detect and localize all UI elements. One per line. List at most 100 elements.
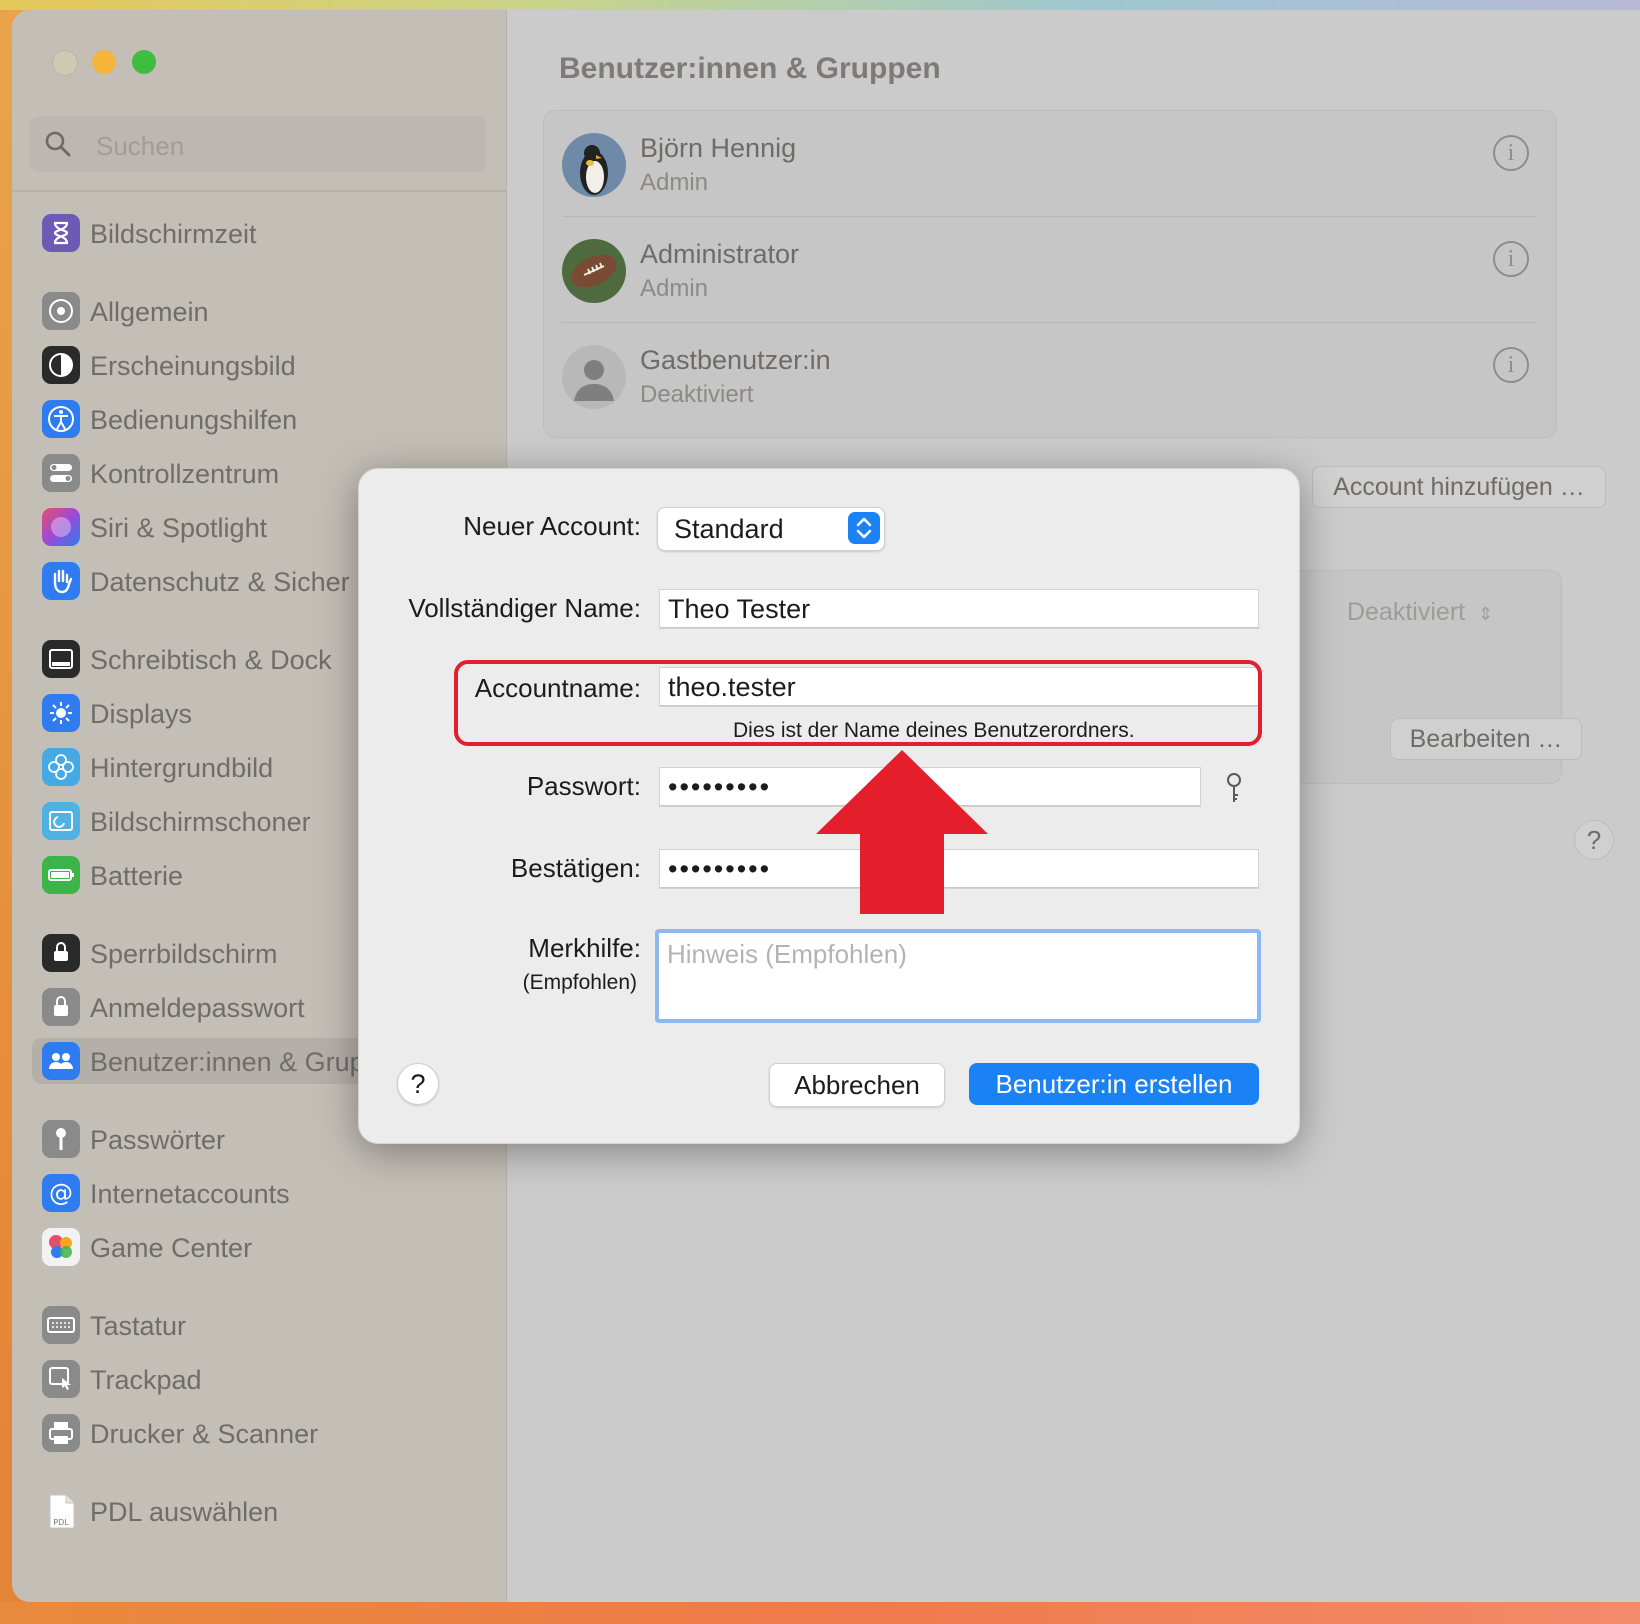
user-name: Administrator — [640, 239, 800, 269]
sidebar-item-label: Sperrbildschirm — [90, 939, 278, 969]
sidebar-item-bildschirmzeit[interactable]: Bildschirmzeit — [42, 210, 492, 256]
account-type-popup[interactable]: Standard — [657, 507, 885, 551]
penguin-avatar — [562, 133, 626, 197]
dock-icon — [42, 640, 80, 678]
cancel-button[interactable]: Abbrechen — [769, 1063, 945, 1107]
user-row[interactable]: Björn Hennig Admin i — [562, 111, 1537, 217]
sidebar-item-allgemein[interactable]: Allgemein — [42, 288, 492, 334]
search-icon — [45, 131, 71, 157]
user-role: Admin — [640, 169, 709, 196]
sidebar-item-label: Passwörter — [90, 1125, 226, 1155]
sidebar-item-label: Internetaccounts — [90, 1179, 290, 1209]
sidebar-item-drucker-scanner[interactable]: Drucker & Scanner — [42, 1410, 492, 1456]
battery-icon — [42, 856, 80, 894]
sidebar-item-label: Hintergrundbild — [90, 753, 274, 783]
sidebar-item-label: Datenschutz & Sicher — [90, 567, 350, 597]
football-avatar — [562, 239, 626, 303]
screensaver-icon — [42, 802, 80, 840]
sidebar-item-label: Bedienungshilfen — [90, 405, 298, 435]
pdl-icon-text: PDL — [53, 1518, 69, 1527]
sidebar-item-erscheinungsbild[interactable]: Erscheinungsbild — [42, 342, 492, 388]
lock-icon — [42, 988, 80, 1026]
hourglass-icon — [42, 214, 80, 252]
sidebar-item-game-center[interactable]: Game Center — [42, 1224, 492, 1270]
sidebar-item-label: Benutzer:innen & Grup — [90, 1047, 365, 1077]
sun-icon — [42, 694, 80, 732]
pdl-file-icon: PDL — [42, 1492, 80, 1530]
guest-avatar — [562, 345, 626, 409]
arrow-up-icon — [816, 750, 988, 914]
sidebar-item-label: Erscheinungsbild — [90, 351, 296, 381]
sidebar-item-label: Kontrollzentrum — [90, 459, 280, 489]
sidebar-divider — [12, 190, 506, 192]
close-window-button[interactable] — [52, 50, 78, 76]
user-row[interactable]: Administrator Admin i — [562, 217, 1537, 323]
toggles-icon — [42, 454, 80, 492]
search-placeholder: Suchen — [96, 131, 185, 161]
accessibility-icon — [42, 400, 80, 438]
sidebar-item-tastatur[interactable]: Tastatur — [42, 1302, 492, 1348]
sidebar-item-label: PDL auswählen — [90, 1497, 279, 1527]
help-button[interactable]: ? — [397, 1063, 439, 1105]
sidebar-item-label: Trackpad — [90, 1365, 202, 1395]
create-user-button[interactable]: Benutzer:in erstellen — [969, 1063, 1259, 1105]
sidebar-item-label: Displays — [90, 699, 193, 729]
sidebar-item-label: Game Center — [90, 1233, 253, 1263]
sidebar-item-bedienungshilfen[interactable]: Bedienungshilfen — [42, 396, 492, 442]
game-center-icon — [42, 1228, 80, 1266]
full-name-field[interactable]: Theo Tester — [659, 589, 1259, 629]
password-label: Passwort: — [526, 771, 641, 801]
zoom-window-button[interactable] — [132, 50, 156, 74]
hint-field[interactable]: Hinweis (Empfohlen) — [655, 929, 1261, 1023]
svg-text:@: @ — [49, 1179, 73, 1207]
hint-label: Merkhilfe: — [528, 933, 641, 963]
sidebar-item-pdl-auswaehlen[interactable]: PDL PDL auswählen — [42, 1488, 492, 1534]
user-name: Gastbenutzer:in — [640, 345, 831, 375]
sidebar-item-label: Batterie — [90, 861, 184, 891]
minimize-window-button[interactable] — [92, 50, 116, 74]
info-icon[interactable]: i — [1493, 347, 1529, 383]
highlight-box — [454, 660, 1262, 746]
user-row[interactable]: Gastbenutzer:in Deaktiviert i — [562, 323, 1537, 429]
sidebar-item-internetaccounts[interactable]: @ Internetaccounts — [42, 1170, 492, 1216]
info-icon[interactable]: i — [1493, 241, 1529, 277]
users-list: Björn Hennig Admin i Administrator Admin… — [543, 110, 1557, 438]
gear-icon — [42, 292, 80, 330]
sidebar-item-label: Drucker & Scanner — [90, 1419, 319, 1449]
desktop-wallpaper-bottom — [0, 1602, 1640, 1624]
sidebar-item-label: Siri & Spotlight — [90, 513, 268, 543]
full-name-label: Vollständiger Name: — [408, 593, 641, 623]
auto-login-popup[interactable]: Deaktiviert ⇕ — [1347, 598, 1493, 627]
siri-icon — [42, 508, 80, 546]
sidebar-item-trackpad[interactable]: Trackpad — [42, 1356, 492, 1402]
edit-button[interactable]: Bearbeiten … — [1390, 718, 1582, 760]
help-button[interactable]: ? — [1574, 820, 1614, 860]
lock-screen-icon — [42, 934, 80, 972]
printer-icon — [42, 1414, 80, 1452]
users-icon — [42, 1042, 80, 1080]
sidebar-item-label: Schreibtisch & Dock — [90, 645, 332, 675]
new-account-label: Neuer Account: — [463, 511, 641, 541]
user-role: Admin — [640, 275, 709, 302]
info-icon[interactable]: i — [1493, 135, 1529, 171]
hint-placeholder: Hinweis (Empfohlen) — [667, 939, 907, 969]
trackpad-icon — [42, 1360, 80, 1398]
password-assistant-key-icon[interactable] — [1221, 771, 1247, 807]
at-icon: @ — [42, 1174, 80, 1212]
appearance-icon — [42, 346, 80, 384]
desktop-wallpaper-top — [0, 0, 1640, 10]
add-account-button[interactable]: Account hinzufügen … — [1312, 466, 1606, 508]
keyboard-icon — [42, 1306, 80, 1344]
chevron-updown-icon — [848, 512, 880, 544]
sidebar-item-label: Allgemein — [90, 297, 209, 327]
sidebar-item-label: Tastatur — [90, 1311, 187, 1341]
user-role: Deaktiviert — [640, 381, 754, 408]
page-title: Benutzer:innen & Gruppen — [559, 52, 941, 85]
user-name: Björn Hennig — [640, 133, 797, 163]
sidebar-item-label: Anmeldepasswort — [90, 993, 305, 1023]
hint-sublabel: (Empfohlen) — [522, 971, 637, 994]
search-field[interactable]: Suchen — [30, 116, 486, 172]
key-icon — [42, 1120, 80, 1158]
sidebar-item-label: Bildschirmzeit — [90, 219, 257, 249]
account-type-value: Standard — [674, 514, 784, 544]
